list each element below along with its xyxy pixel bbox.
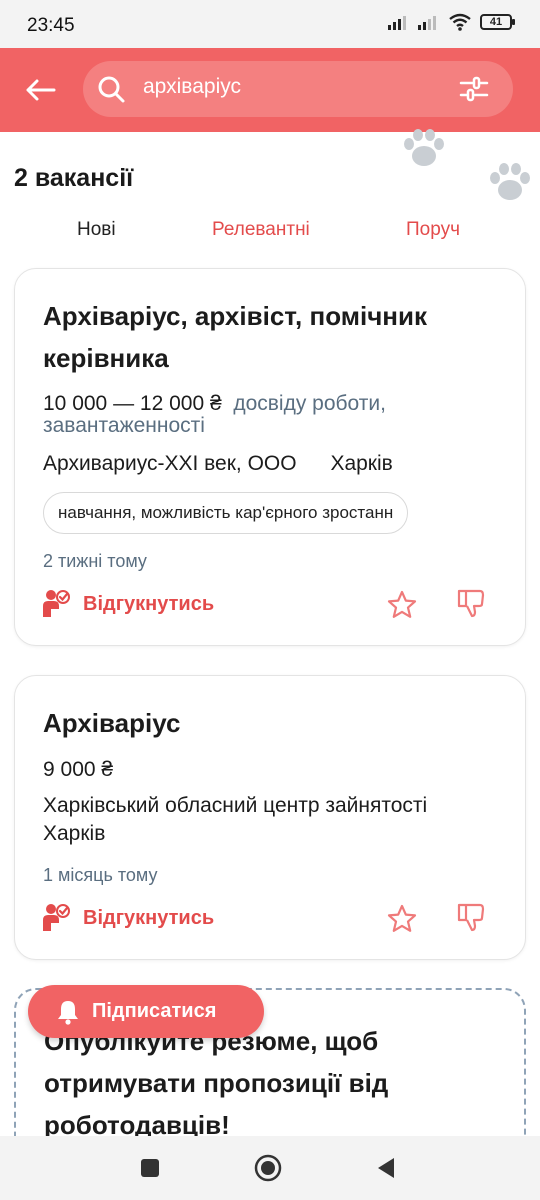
vacancy-card[interactable]: Архіваріус 9 000 ₴ Харківський обласний … — [14, 675, 526, 960]
posted-time: 1 місяць тому — [43, 865, 158, 885]
salary-line: 10 000 — 12 000 ₴ досвіду роботи, завант… — [43, 393, 463, 437]
vacancy-salary: 9 000 ₴ — [43, 758, 114, 781]
posted-time: 2 тижні тому — [43, 551, 147, 571]
tab-nearby[interactable]: Поруч — [406, 219, 460, 241]
signal-icon — [388, 16, 406, 30]
company-name: Архивариус-XXI век, ООО — [43, 452, 297, 475]
apply-label: Відгукнутись — [83, 906, 215, 929]
home-icon[interactable] — [254, 1154, 282, 1182]
arrow-left-icon — [26, 79, 56, 101]
tab-new[interactable]: Нові — [77, 219, 116, 241]
subscribe-button[interactable]: Підписатися — [28, 985, 264, 1038]
paw-print-icon — [404, 129, 444, 166]
apply-button[interactable]: Відгукнутись — [41, 588, 214, 620]
system-nav-bar — [0, 1136, 540, 1200]
filter-icon[interactable] — [457, 72, 491, 106]
status-icons: 41 — [388, 13, 515, 31]
vacancy-card[interactable]: Архіваріус, архівіст, помічник керівника… — [14, 268, 526, 646]
results-count: 2 вакансії — [14, 164, 134, 192]
bell-icon — [58, 1000, 78, 1025]
tab-relevant[interactable]: Релевантні — [212, 219, 310, 241]
apply-label: Відгукнутись — [83, 592, 215, 615]
vacancy-salary: 10 000 — 12 000 ₴ — [43, 392, 222, 415]
app-bar: архіваріус — [0, 48, 540, 132]
promo-text: Опублікуйте резюме, щоб отримувати пропо… — [44, 1026, 389, 1140]
signal-icon — [418, 16, 436, 30]
back-button[interactable] — [20, 70, 60, 110]
benefit-tag: навчання, можливість кар'єрного зростанн — [43, 492, 409, 534]
company-name: Харківський обласний центр зайнятості — [43, 794, 428, 817]
recents-icon[interactable] — [136, 1154, 164, 1182]
apply-button[interactable]: Відгукнутись — [41, 902, 214, 934]
thumbs-down-icon[interactable] — [455, 901, 487, 933]
favorite-star-icon[interactable] — [386, 903, 418, 935]
paw-print-icon — [490, 163, 530, 200]
status-bar: 23:45 41 — [0, 0, 540, 48]
wifi-icon — [449, 13, 471, 31]
status-time: 23:45 — [27, 15, 75, 36]
search-input[interactable]: архіваріус — [143, 75, 241, 99]
person-check-icon — [43, 904, 70, 931]
search-icon — [98, 76, 125, 103]
company-line: Харківський обласний центр зайнятості Ха… — [43, 792, 503, 848]
favorite-star-icon[interactable] — [386, 589, 418, 621]
back-triangle-icon[interactable] — [372, 1154, 400, 1182]
battery-icon: 41 — [480, 14, 515, 30]
vacancy-title[interactable]: Архіваріус — [43, 702, 503, 744]
vacancy-title[interactable]: Архіваріус, архівіст, помічник керівника — [43, 295, 503, 379]
vacancy-city: Харків — [330, 452, 393, 475]
salary-line: 9 000 ₴ — [43, 759, 463, 781]
subscribe-label: Підписатися — [92, 1000, 217, 1022]
sort-tabs: Нові Релевантні Поруч — [0, 219, 540, 247]
thumbs-down-icon[interactable] — [455, 587, 487, 619]
vacancy-city: Харків — [43, 822, 106, 845]
person-check-icon — [43, 590, 70, 617]
company-line: Архивариус-XXI век, ООО Харків — [43, 450, 503, 478]
search-field[interactable]: архіваріус — [83, 61, 513, 117]
